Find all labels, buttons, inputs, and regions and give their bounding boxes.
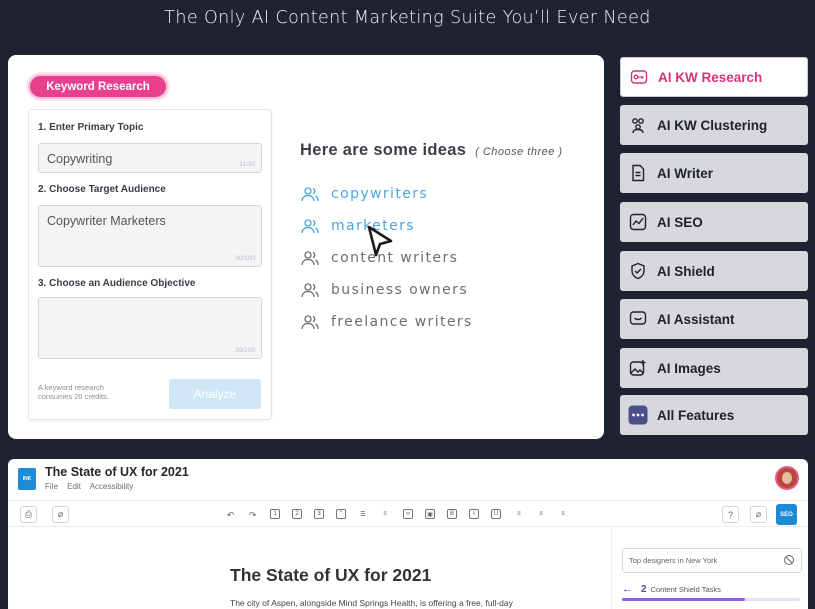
analyze-button[interactable]: Analyze (169, 379, 261, 409)
primary-topic-label: 1. Enter Primary Topic (38, 122, 144, 133)
idea-label: freelance writers (331, 314, 473, 330)
shield-panel: Top designers in New York ← 2 Content Sh… (611, 528, 808, 609)
tasks-label: Content Shield Tasks (650, 584, 721, 594)
chat-icon (628, 309, 648, 329)
sidebar-item-ai-images[interactable]: AI Images (620, 348, 808, 388)
document-title[interactable]: The State of UX for 2021 (45, 465, 189, 479)
pointer-cursor-icon (367, 225, 393, 257)
editor-toolbar: ⎙ ⌀ ↶ ↷ 1 2 3 " ☰ ≡ ∞ ▣ B I U ≡ ≡ ≡ ? ⌀ … (8, 500, 808, 527)
people-icon (301, 219, 319, 234)
menu-edit[interactable]: Edit (67, 482, 81, 491)
heading3-icon[interactable]: 3 (314, 509, 324, 519)
document-icon (628, 163, 648, 183)
sidebar-item-ai-kw-research[interactable]: AI KW Research (620, 57, 808, 97)
menu-file[interactable]: File (45, 482, 58, 491)
sidebar-item-label: AI KW Research (658, 69, 763, 85)
italic-icon[interactable]: I (469, 509, 479, 519)
target-audience-label: 2. Choose Target Audience (38, 184, 166, 195)
sidebar-item-label: All Features (657, 407, 735, 423)
sidebar-item-label: AI Images (657, 360, 721, 376)
app-logo: INK (18, 468, 36, 490)
seo-button[interactable]: SEO (776, 504, 797, 525)
sidebar-item-ai-seo[interactable]: AI SEO (620, 202, 808, 242)
sidebar-item-ai-shield[interactable]: AI Shield (620, 251, 808, 291)
align-justify-icon[interactable]: ≡ (558, 509, 568, 519)
redo-icon[interactable]: ↷ (244, 507, 261, 524)
sidebar-item-all-features[interactable]: All Features (620, 395, 808, 435)
cluster-icon (628, 115, 648, 135)
link-icon[interactable]: ∞ (403, 509, 413, 519)
sidebar-item-ai-assistant[interactable]: AI Assistant (620, 299, 808, 339)
numbered-list-icon[interactable]: ≡ (380, 509, 390, 519)
people-icon (301, 283, 319, 298)
people-icon (301, 251, 319, 266)
idea-item[interactable]: copywriters (300, 184, 428, 204)
document-body: The city of Aspen, alongside Mind Spring… (230, 598, 513, 608)
chart-icon (628, 212, 648, 232)
help-icon[interactable]: ? (722, 506, 739, 523)
quote-icon[interactable]: " (336, 509, 346, 519)
heading1-icon[interactable]: 1 (270, 509, 280, 519)
target-audience-input[interactable]: Copywriter Marketers 30/100 (38, 205, 262, 267)
document-menu: File Edit Accessibility (45, 482, 140, 491)
document-heading: The State of UX for 2021 (230, 565, 432, 585)
sidebar-item-label: AI Writer (657, 165, 714, 181)
idea-label: business owners (331, 282, 469, 298)
sidebar-item-label: AI KW Clustering (657, 117, 768, 133)
clear-format-icon[interactable]: ⌀ (52, 506, 69, 523)
align-left-icon[interactable]: ≡ (514, 509, 524, 519)
people-icon (301, 315, 319, 330)
target-audience-value: Copywriter Marketers (47, 214, 166, 228)
primary-topic-input[interactable]: Copywriting 11/30 (38, 143, 262, 173)
bullet-list-icon[interactable]: ☰ (358, 509, 368, 519)
avatar[interactable] (775, 466, 799, 490)
shield-tasks[interactable]: ← 2 Content Shield Tasks (622, 583, 721, 595)
underline-icon[interactable]: U (491, 509, 501, 519)
search-settings-icon (784, 555, 794, 565)
shield-icon (628, 261, 648, 281)
tasks-count: 2 (641, 583, 647, 595)
idea-item[interactable]: freelance writers (300, 312, 473, 332)
keyword-form: 1. Enter Primary Topic Copywriting 11/30… (28, 109, 272, 420)
target-audience-count: 30/100 (235, 255, 255, 262)
tasks-progress-bar (622, 598, 800, 601)
bold-icon[interactable]: B (447, 509, 457, 519)
keyword-research-demo: Keyword Research 1. Enter Primary Topic … (8, 55, 604, 439)
tasks-progress-fill (622, 598, 745, 601)
idea-label: copywriters (331, 186, 429, 202)
menu-accessibility[interactable]: Accessibility (90, 482, 134, 491)
ideas-heading: Here are some ideas ( Choose three ) (300, 141, 563, 160)
idea-item[interactable]: business owners (300, 280, 468, 300)
heading2-icon[interactable]: 2 (292, 509, 302, 519)
primary-topic-count: 11/30 (239, 161, 255, 168)
topic-search-value: Top designers in New York (629, 556, 718, 565)
image-insert-icon[interactable]: ▣ (425, 509, 435, 519)
page-headline: The Only AI Content Marketing Suite You’… (164, 8, 651, 28)
ideas-hint: ( Choose three ) (475, 146, 563, 158)
unlink-icon[interactable]: ⌀ (750, 506, 767, 523)
ideas-title: Here are some ideas (300, 141, 467, 159)
keyword-research-tag: Keyword Research (28, 74, 168, 99)
sidebar-item-ai-writer[interactable]: AI Writer (620, 153, 808, 193)
audience-objective-label: 3. Choose an Audience Objective (38, 278, 196, 289)
people-icon (301, 187, 319, 202)
key-icon (629, 67, 649, 87)
sidebar-item-label: AI Shield (657, 263, 715, 279)
document-editor: INK The State of UX for 2021 File Edit A… (8, 459, 808, 609)
sidebar-item-ai-kw-clustering[interactable]: AI KW Clustering (620, 105, 808, 145)
audience-objective-count: 39/200 (235, 347, 255, 354)
sidebar-item-label: AI Assistant (657, 311, 735, 327)
more-icon (628, 405, 648, 425)
image-icon (628, 358, 648, 378)
sidebar-item-label: AI SEO (657, 214, 703, 230)
align-center-icon[interactable]: ≡ (536, 509, 546, 519)
print-icon[interactable]: ⎙ (20, 506, 37, 523)
credit-note: A keyword research consumes 20 credits. (38, 383, 109, 401)
undo-icon[interactable]: ↶ (222, 507, 239, 524)
idea-item[interactable]: marketers (300, 216, 415, 236)
back-arrow-icon[interactable]: ← (622, 583, 633, 595)
audience-objective-input[interactable]: 39/200 (38, 297, 262, 359)
primary-topic-value: Copywriting (47, 152, 113, 166)
topic-search-input[interactable]: Top designers in New York (622, 548, 802, 573)
